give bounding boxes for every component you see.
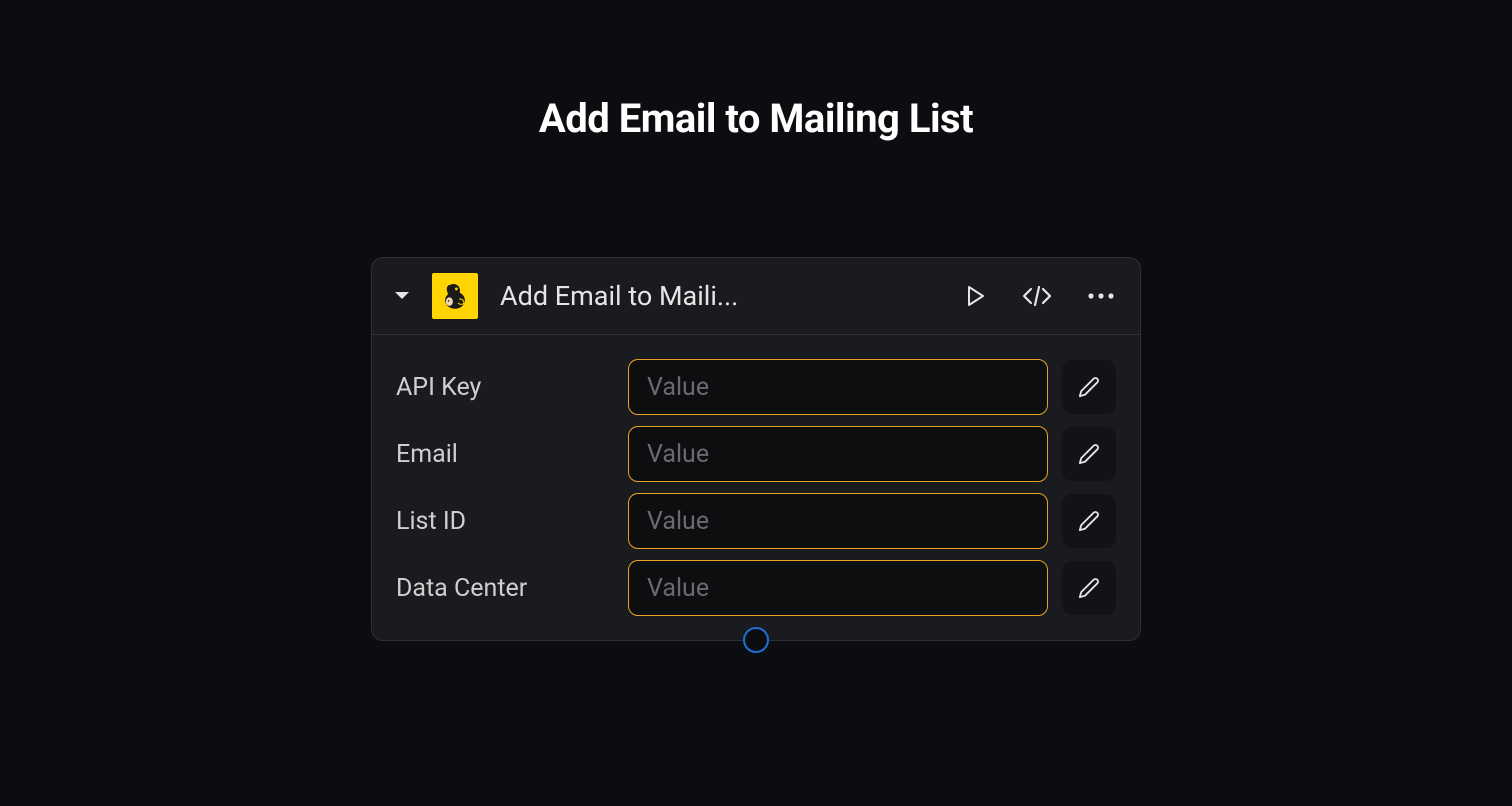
pencil-icon xyxy=(1078,376,1100,398)
edit-button[interactable] xyxy=(1062,561,1116,615)
edit-button[interactable] xyxy=(1062,494,1116,548)
field-row-api-key: API Key xyxy=(396,359,1116,415)
mailchimp-icon xyxy=(432,273,478,319)
field-row-data-center: Data Center xyxy=(396,560,1116,616)
edit-button[interactable] xyxy=(1062,427,1116,481)
email-input[interactable] xyxy=(628,426,1048,482)
node-title: Add Email to Maili... xyxy=(500,280,944,312)
field-label: List ID xyxy=(396,507,614,536)
data-center-input[interactable] xyxy=(628,560,1048,616)
collapse-toggle[interactable] xyxy=(390,284,414,308)
field-row-email: Email xyxy=(396,426,1116,482)
field-label: API Key xyxy=(396,373,614,402)
field-row-list-id: List ID xyxy=(396,493,1116,549)
header-actions xyxy=(962,281,1118,311)
page-title: Add Email to Mailing List xyxy=(539,95,973,142)
play-icon xyxy=(966,285,986,307)
api-key-input[interactable] xyxy=(628,359,1048,415)
field-label: Data Center xyxy=(396,574,614,603)
run-button[interactable] xyxy=(962,281,990,311)
code-button[interactable] xyxy=(1018,281,1056,311)
chevron-down-icon xyxy=(394,291,410,301)
list-id-input[interactable] xyxy=(628,493,1048,549)
node-body: API Key Email List ID xyxy=(372,335,1140,640)
pencil-icon xyxy=(1078,577,1100,599)
more-horizontal-icon xyxy=(1088,293,1114,299)
node-header: Add Email to Maili... xyxy=(372,258,1140,335)
pencil-icon xyxy=(1078,443,1100,465)
more-button[interactable] xyxy=(1084,289,1118,303)
code-icon xyxy=(1022,285,1052,307)
edit-button[interactable] xyxy=(1062,360,1116,414)
output-connector[interactable] xyxy=(743,627,769,653)
pencil-icon xyxy=(1078,510,1100,532)
node-card: Add Email to Maili... xyxy=(371,257,1141,641)
field-label: Email xyxy=(396,440,614,469)
